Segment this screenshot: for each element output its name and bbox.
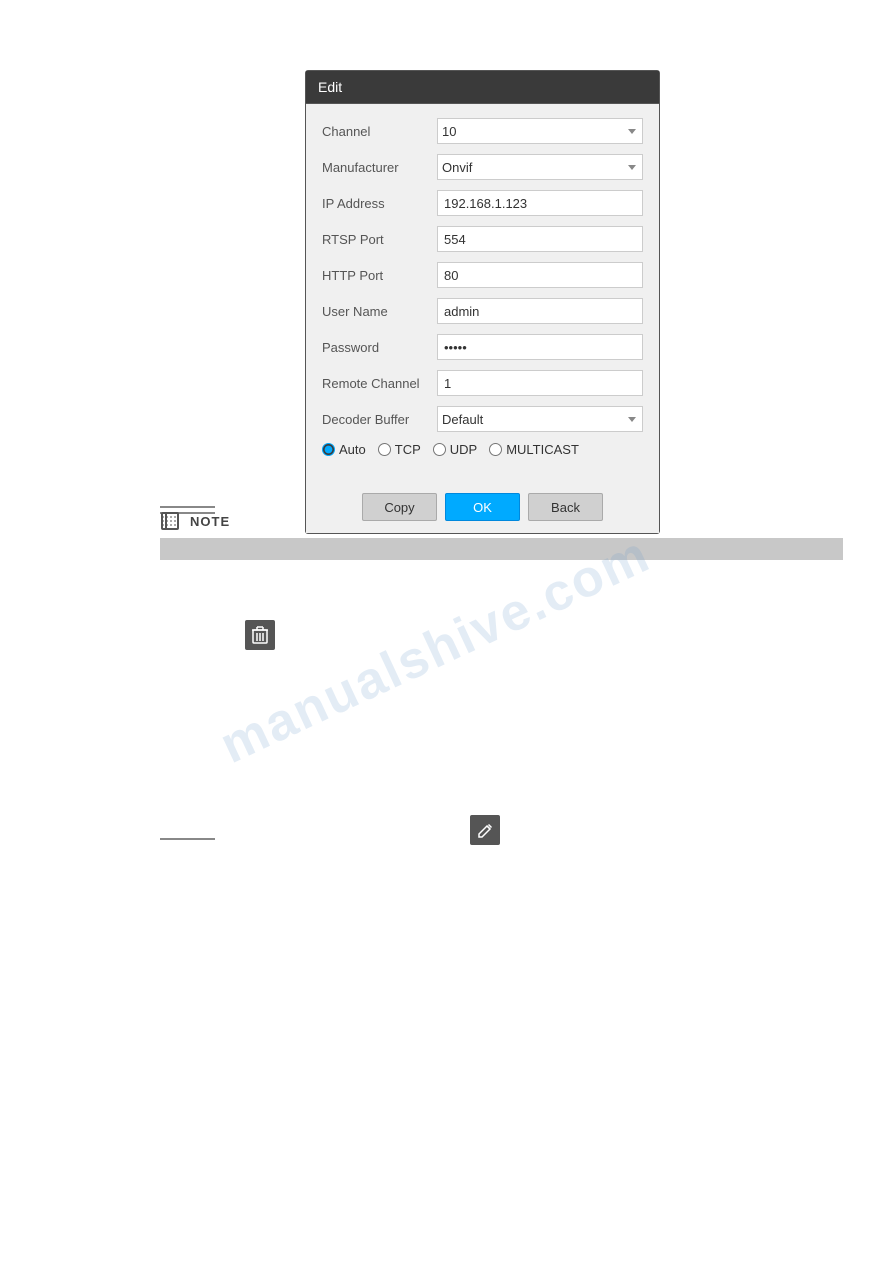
dialog-footer: Copy OK Back bbox=[306, 485, 659, 533]
remote-channel-input[interactable] bbox=[437, 370, 643, 396]
manufacturer-row: Manufacturer Onvif bbox=[322, 154, 643, 180]
trash-icon-area bbox=[245, 620, 275, 650]
note-line-1 bbox=[160, 506, 215, 508]
radio-multicast-input[interactable] bbox=[489, 443, 502, 456]
radio-auto-label: Auto bbox=[339, 442, 366, 457]
manufacturer-select[interactable]: Onvif bbox=[437, 154, 643, 180]
dialog-title: Edit bbox=[318, 79, 342, 95]
rtsp-port-label: RTSP Port bbox=[322, 232, 437, 247]
user-name-label: User Name bbox=[322, 304, 437, 319]
password-label: Password bbox=[322, 340, 437, 355]
radio-tcp-input[interactable] bbox=[378, 443, 391, 456]
edit-icon-area bbox=[470, 815, 500, 845]
radio-udp-input[interactable] bbox=[433, 443, 446, 456]
dialog-title-bar: Edit bbox=[306, 71, 659, 104]
decoder-buffer-label: Decoder Buffer bbox=[322, 412, 437, 427]
user-name-row: User Name bbox=[322, 298, 643, 324]
remote-channel-row: Remote Channel bbox=[322, 370, 643, 396]
channel-row: Channel 10 bbox=[322, 118, 643, 144]
radio-tcp[interactable]: TCP bbox=[378, 442, 421, 457]
rtsp-port-input[interactable] bbox=[437, 226, 643, 252]
back-button[interactable]: Back bbox=[528, 493, 603, 521]
protocol-radio-group: Auto TCP UDP MULTICAST bbox=[322, 442, 643, 457]
radio-auto[interactable]: Auto bbox=[322, 442, 366, 457]
radio-multicast[interactable]: MULTICAST bbox=[489, 442, 579, 457]
note-highlight-bar bbox=[160, 538, 843, 560]
remote-channel-label: Remote Channel bbox=[322, 376, 437, 391]
rtsp-port-row: RTSP Port bbox=[322, 226, 643, 252]
radio-udp-label: UDP bbox=[450, 442, 477, 457]
http-port-input[interactable] bbox=[437, 262, 643, 288]
http-port-label: HTTP Port bbox=[322, 268, 437, 283]
note-book-icon bbox=[160, 510, 182, 532]
edit-line bbox=[160, 838, 215, 840]
ip-address-row: IP Address bbox=[322, 190, 643, 216]
copy-button[interactable]: Copy bbox=[362, 493, 437, 521]
note-label: NOTE bbox=[190, 514, 230, 529]
user-name-input[interactable] bbox=[437, 298, 643, 324]
edit-dialog: Edit Channel 10 Manufacturer Onvif IP Ad… bbox=[305, 70, 660, 534]
dialog-body: Channel 10 Manufacturer Onvif IP Address… bbox=[306, 104, 659, 485]
edit-button[interactable] bbox=[470, 815, 500, 845]
ip-address-input[interactable] bbox=[437, 190, 643, 216]
password-input[interactable] bbox=[437, 334, 643, 360]
radio-auto-input[interactable] bbox=[322, 443, 335, 456]
ip-address-label: IP Address bbox=[322, 196, 437, 211]
http-port-row: HTTP Port bbox=[322, 262, 643, 288]
radio-udp[interactable]: UDP bbox=[433, 442, 477, 457]
channel-select[interactable]: 10 bbox=[437, 118, 643, 144]
decoder-buffer-select[interactable]: Default bbox=[437, 406, 643, 432]
radio-multicast-label: MULTICAST bbox=[506, 442, 579, 457]
manufacturer-label: Manufacturer bbox=[322, 160, 437, 175]
channel-label: Channel bbox=[322, 124, 437, 139]
password-row: Password bbox=[322, 334, 643, 360]
ok-button[interactable]: OK bbox=[445, 493, 520, 521]
radio-tcp-label: TCP bbox=[395, 442, 421, 457]
delete-button[interactable] bbox=[245, 620, 275, 650]
decoder-buffer-row: Decoder Buffer Default bbox=[322, 406, 643, 432]
